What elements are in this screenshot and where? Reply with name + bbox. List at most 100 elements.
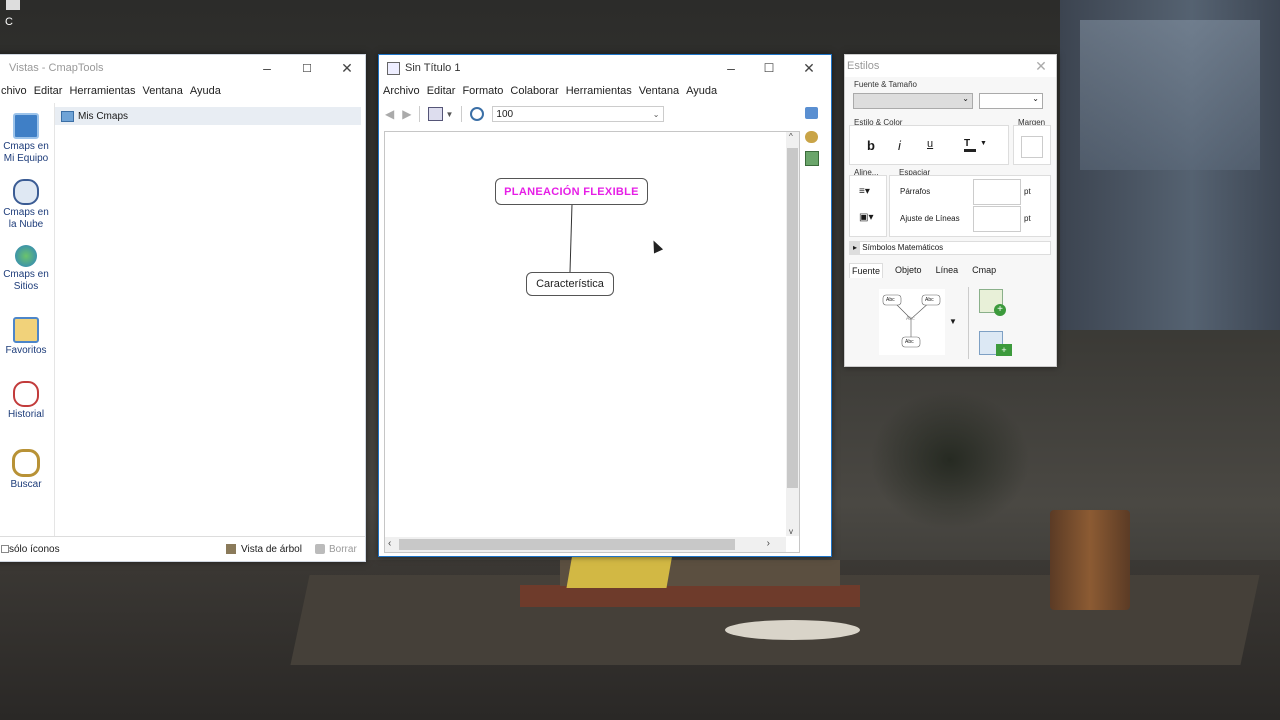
italic-button[interactable]: i bbox=[898, 138, 901, 153]
menu-edit[interactable]: Editar bbox=[34, 85, 63, 97]
chevron-left-icon[interactable]: ‹ bbox=[388, 538, 391, 549]
chevron-down-icon: ⌄ bbox=[1032, 94, 1039, 103]
tab-linea[interactable]: Línea bbox=[934, 263, 961, 278]
toolbar-divider bbox=[461, 106, 463, 122]
editor-titlebar[interactable]: Sin Título 1 – ☐ ✕ bbox=[379, 55, 831, 81]
horizontal-scrollbar[interactable]: ‹ › bbox=[385, 537, 786, 552]
menu-herramientas[interactable]: Herramientas bbox=[566, 85, 632, 97]
preview-node-label: Abc bbox=[925, 297, 934, 303]
chevron-down-icon[interactable]: v bbox=[789, 527, 793, 536]
tree-view-button[interactable]: Vista de árbol bbox=[241, 544, 302, 555]
list-icon[interactable] bbox=[805, 151, 819, 166]
unit-label: pt bbox=[1024, 187, 1031, 196]
add-stylesheet-icon[interactable]: + bbox=[979, 331, 1012, 356]
minimize-button[interactable]: – bbox=[247, 55, 287, 81]
tab-cmap[interactable]: Cmap bbox=[970, 263, 998, 278]
back-arrow-icon[interactable]: ◀ bbox=[385, 107, 394, 121]
menu-ventana[interactable]: Ventana bbox=[639, 85, 679, 97]
font-family-select[interactable]: ⌄ bbox=[853, 93, 973, 109]
menu-tools[interactable]: Herramientas bbox=[69, 85, 135, 97]
styles-panel: Estilos ✕ Fuente & Tamaño ⌄ ⌄ Estilo & C… bbox=[844, 54, 1057, 367]
math-symbols-toggle[interactable]: ▸ Símbolos Matemáticos bbox=[849, 241, 1051, 255]
menu-archivo[interactable]: Archivo bbox=[383, 85, 420, 97]
concept-node-top[interactable]: PLANEACIÓN FLEXIBLE bbox=[495, 178, 648, 205]
computer-icon bbox=[13, 113, 39, 139]
menu-help[interactable]: Ayuda bbox=[190, 85, 221, 97]
nav-buscar[interactable]: Buscar bbox=[1, 449, 51, 491]
desktop-shortcut-label[interactable]: C bbox=[5, 16, 13, 28]
menu-file[interactable]: chivo bbox=[1, 85, 27, 97]
paint-icon[interactable] bbox=[805, 131, 818, 143]
style-palette-icon[interactable] bbox=[805, 107, 818, 119]
line-adjust-input[interactable] bbox=[973, 206, 1021, 232]
desktop-shortcut-icon[interactable] bbox=[6, 0, 20, 10]
chevron-down-icon[interactable]: ▼ bbox=[949, 317, 957, 326]
menu-formato[interactable]: Formato bbox=[462, 85, 503, 97]
unit-label: pt bbox=[1024, 214, 1031, 223]
margin-box[interactable] bbox=[1021, 136, 1043, 158]
spacing-group: Párrafos pt Ajuste de Líneas pt bbox=[889, 175, 1051, 237]
globe-icon bbox=[15, 245, 37, 267]
nav-cmaps-mi-equipo[interactable]: Cmaps en Mi Equipo bbox=[1, 113, 51, 165]
maximize-button[interactable]: ☐ bbox=[287, 55, 327, 81]
nav-favoritos[interactable]: Favoritos bbox=[1, 317, 51, 357]
menu-colaborar[interactable]: Colaborar bbox=[510, 85, 558, 97]
chevron-right-icon[interactable]: › bbox=[767, 538, 770, 549]
align-icon[interactable]: ≡▾ bbox=[859, 186, 870, 197]
delete-button[interactable]: Borrar bbox=[329, 544, 357, 555]
underline-button[interactable]: u bbox=[927, 138, 933, 150]
zoom-select[interactable]: 100 ⌄ bbox=[492, 106, 665, 122]
nav-label: Buscar bbox=[10, 479, 42, 490]
font-group-label: Fuente & Tamaño bbox=[852, 80, 920, 89]
vertical-scrollbar[interactable]: ^ v bbox=[786, 132, 799, 536]
node-preview[interactable]: Abc Abc Abc Abc bbox=[879, 289, 945, 355]
concept-node-bottom[interactable]: Característica bbox=[526, 272, 614, 296]
chevron-down-icon[interactable]: ▼ bbox=[445, 110, 453, 119]
chevron-up-icon[interactable]: ^ bbox=[789, 132, 793, 141]
menu-window[interactable]: Ventana bbox=[142, 85, 182, 97]
cmap-canvas[interactable]: PLANEACIÓN FLEXIBLE Característica ^ v ‹… bbox=[384, 131, 800, 553]
box-align-icon[interactable]: ▣▾ bbox=[859, 212, 873, 223]
tab-objeto[interactable]: Objeto bbox=[893, 263, 924, 278]
magnifier-icon bbox=[12, 449, 40, 477]
close-button[interactable]: ✕ bbox=[789, 55, 829, 81]
scroll-thumb[interactable] bbox=[399, 539, 735, 550]
toolbar-divider bbox=[419, 106, 421, 122]
connector-line[interactable] bbox=[569, 203, 573, 273]
concept-label: Característica bbox=[536, 278, 604, 290]
text-color-icon[interactable]: T bbox=[964, 138, 976, 152]
icons-only-label: sólo íconos bbox=[9, 543, 60, 555]
nav-label: Cmaps en la Nube bbox=[3, 207, 49, 230]
bold-button[interactable]: b bbox=[867, 138, 875, 153]
vistas-titlebar[interactable]: Vistas - CmapTools – ☐ ✕ bbox=[0, 55, 365, 81]
preview-node-label: Abc bbox=[886, 297, 895, 303]
maximize-button[interactable]: ☐ bbox=[749, 55, 789, 81]
checkbox[interactable] bbox=[1, 545, 9, 553]
menu-ayuda[interactable]: Ayuda bbox=[686, 85, 717, 97]
concept-label: PLANEACIÓN FLEXIBLE bbox=[504, 185, 639, 198]
paragraphs-input[interactable] bbox=[973, 179, 1021, 205]
preview-node-label: Abc bbox=[906, 316, 915, 322]
minimize-button[interactable]: – bbox=[711, 55, 751, 81]
places-sidebar: Cmaps en Mi Equipo Cmaps en la Nube Cmap… bbox=[0, 103, 55, 537]
layout-icon[interactable] bbox=[428, 107, 444, 121]
math-symbols-label: Símbolos Matemáticos bbox=[862, 243, 944, 252]
chevron-down-icon[interactable]: ▼ bbox=[980, 140, 987, 147]
tab-fuente[interactable]: Fuente bbox=[849, 263, 884, 278]
tree-item-mis-cmaps[interactable]: Mis Cmaps bbox=[55, 107, 361, 125]
styles-titlebar[interactable]: Estilos ✕ bbox=[845, 55, 1056, 77]
chevron-down-icon: ⌄ bbox=[962, 94, 969, 103]
add-style-icon[interactable]: + bbox=[979, 289, 1006, 316]
scroll-thumb[interactable] bbox=[787, 148, 798, 488]
forward-arrow-icon[interactable]: ▶ bbox=[402, 107, 411, 121]
nav-cmaps-nube[interactable]: Cmaps en la Nube bbox=[1, 179, 51, 231]
nav-historial[interactable]: Historial bbox=[1, 381, 51, 421]
font-size-select[interactable]: ⌄ bbox=[979, 93, 1043, 109]
tree-view-icon bbox=[226, 544, 236, 554]
menu-editar[interactable]: Editar bbox=[427, 85, 456, 97]
close-button[interactable]: ✕ bbox=[1021, 55, 1061, 77]
nav-cmaps-sitios[interactable]: Cmaps en Sitios bbox=[1, 245, 51, 293]
close-button[interactable]: ✕ bbox=[327, 55, 367, 81]
zoom-icon[interactable] bbox=[470, 107, 485, 121]
clock-icon bbox=[13, 381, 39, 407]
